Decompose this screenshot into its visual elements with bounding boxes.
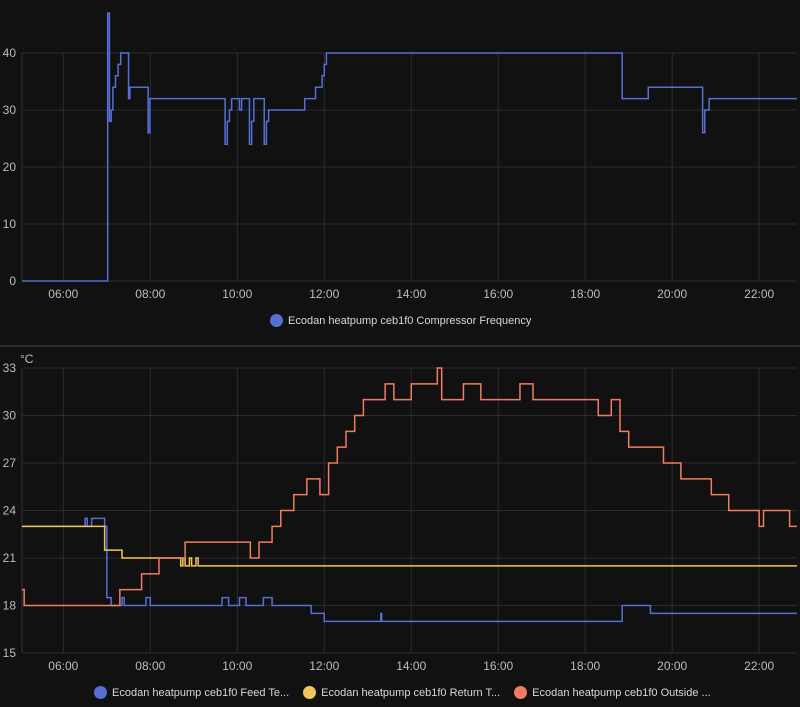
x-tick-label: 16:00 bbox=[483, 287, 513, 301]
x-tick-label: 18:00 bbox=[570, 659, 600, 673]
y-tick-label: 30 bbox=[3, 103, 17, 117]
x-tick-label: 16:00 bbox=[483, 659, 513, 673]
y-tick-label: 21 bbox=[3, 551, 17, 565]
legend-label: Ecodan heatpump ceb1f0 Return T... bbox=[321, 686, 501, 699]
legend-dot-icon bbox=[514, 686, 528, 699]
x-tick-label: 18:00 bbox=[570, 287, 600, 301]
y-axis-unit: °C bbox=[20, 352, 34, 366]
legend-item-compressor-frequency[interactable]: Ecodan heatpump ceb1f0 Compressor Freque… bbox=[270, 314, 531, 327]
x-tick-label: 06:00 bbox=[48, 287, 78, 301]
panel-divider bbox=[0, 345, 800, 347]
x-tick-label: 08:00 bbox=[135, 659, 165, 673]
series-line-return-t bbox=[22, 525, 797, 567]
charts-svg: 0 10 20 30 40 06:00 08:00 10:00 12:00 14:00 16:00 1… bbox=[3, 12, 797, 673]
x-tick-label: 10:00 bbox=[222, 659, 252, 673]
legend-dot-icon bbox=[303, 686, 317, 699]
y-tick-label: 27 bbox=[3, 456, 17, 470]
y-tick-label: 33 bbox=[3, 361, 17, 375]
legend-label: Ecodan heatpump ceb1f0 Feed Te... bbox=[112, 686, 290, 699]
y-tick-label: 18 bbox=[3, 599, 17, 613]
legend-dot-icon bbox=[94, 686, 107, 699]
y-tick-label: 40 bbox=[3, 46, 17, 60]
legend-dot-icon bbox=[270, 314, 283, 327]
legend-label: Ecodan heatpump ceb1f0 Compressor Freque… bbox=[288, 314, 532, 327]
bottom-legend: Ecodan heatpump ceb1f0 Feed Te... Ecodan… bbox=[94, 686, 711, 699]
y-tick-label: 20 bbox=[3, 160, 17, 174]
y-tick-label: 0 bbox=[9, 274, 16, 288]
x-tick-label: 12:00 bbox=[309, 659, 339, 673]
y-tick-label: 24 bbox=[3, 504, 17, 518]
series-line-outside- bbox=[22, 367, 797, 607]
legend-item-return-temp[interactable]: Ecodan heatpump ceb1f0 Return T... bbox=[303, 686, 500, 699]
x-tick-label: 06:00 bbox=[48, 659, 78, 673]
y-tick-label: 30 bbox=[3, 409, 17, 423]
legend-item-feed-temp[interactable]: Ecodan heatpump ceb1f0 Feed Te... bbox=[94, 686, 289, 699]
x-tick-label: 22:00 bbox=[744, 287, 774, 301]
legend-label: Ecodan heatpump ceb1f0 Outside ... bbox=[532, 686, 711, 699]
y-tick-label: 10 bbox=[3, 217, 17, 231]
x-tick-label: 08:00 bbox=[135, 287, 165, 301]
legend-item-outside-temp[interactable]: Ecodan heatpump ceb1f0 Outside ... bbox=[514, 686, 711, 699]
x-tick-label: 14:00 bbox=[396, 659, 426, 673]
x-tick-label: 10:00 bbox=[222, 287, 252, 301]
x-tick-label: 20:00 bbox=[657, 659, 687, 673]
x-tick-label: 14:00 bbox=[396, 287, 426, 301]
x-tick-label: 20:00 bbox=[657, 287, 687, 301]
x-tick-label: 12:00 bbox=[309, 287, 339, 301]
x-tick-label: 22:00 bbox=[744, 659, 774, 673]
y-tick-label: 15 bbox=[3, 646, 17, 660]
